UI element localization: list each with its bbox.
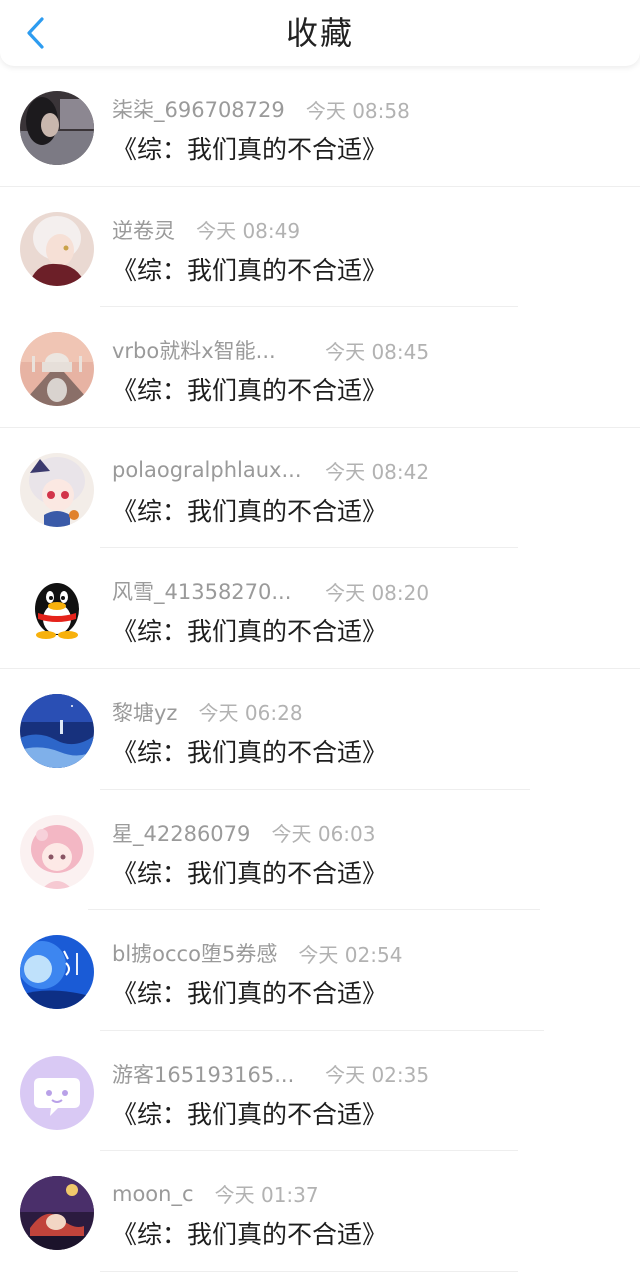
item-meta: 游客165193165... 今天 02:35 [112,1059,429,1089]
username: bl掳occo堕5券感 [112,942,278,967]
list-item[interactable]: 游客165193165... 今天 02:35 《综：我们真的不合适》 [0,1031,640,1152]
book-title: 《综：我们真的不合适》 [112,737,388,767]
list-item[interactable]: 星_42286079 今天 06:03 《综：我们真的不合适》 [0,790,640,911]
book-title: 《综：我们真的不合适》 [112,858,388,888]
item-meta: polaogralphlaux... 今天 08:42 [112,456,429,486]
item-meta: 风雪_41358270... 今天 08:20 [112,576,429,606]
timestamp: 今天 02:35 [325,1063,430,1088]
item-meta: 逆卷灵 今天 08:49 [112,215,300,245]
list-item[interactable]: 柒柒_696708729 今天 08:58 《综：我们真的不合适》 [0,66,640,187]
book-title: 《综：我们真的不合适》 [112,255,388,285]
username: 风雪_41358270... [112,580,292,605]
username: polaogralphlaux... [112,458,302,483]
timestamp: 今天 06:28 [198,701,303,726]
book-title: 《综：我们真的不合适》 [112,496,388,526]
list-item[interactable]: vrbo就料x智能... 今天 08:45 《综：我们真的不合适》 [0,307,640,428]
book-title: 《综：我们真的不合适》 [112,376,388,406]
top-bar: 收藏 [0,0,640,66]
timestamp: 今天 08:42 [325,459,430,484]
favorites-list: 柒柒_696708729 今天 08:58 《综：我们真的不合适》 逆卷灵 今天… [0,66,640,1272]
username: moon_c [112,1181,194,1206]
divider [100,1270,518,1272]
book-title: 《综：我们真的不合适》 [112,1099,388,1129]
timestamp: 今天 06:03 [271,822,376,847]
avatar[interactable] [20,91,94,165]
avatar[interactable] [20,211,94,286]
item-meta: bl掳occo堕5券感 今天 02:54 [112,938,402,968]
timestamp: 今天 08:49 [196,219,301,244]
book-title: 《综：我们真的不合适》 [112,979,388,1009]
book-title: 《综：我们真的不合适》 [112,617,388,647]
avatar[interactable] [20,814,94,889]
avatar[interactable] [20,1176,94,1251]
book-title: 《综：我们真的不合适》 [112,1220,388,1250]
item-meta: moon_c 今天 01:37 [112,1179,319,1209]
list-item[interactable]: moon_c 今天 01:37 《综：我们真的不合适》 [0,1151,640,1272]
username: 黎塘yz [112,700,178,725]
page-title: 收藏 [285,14,354,52]
avatar[interactable] [20,452,94,527]
list-item[interactable]: 黎塘yz 今天 06:28 《综：我们真的不合适》 [0,669,640,790]
timestamp: 今天 02:54 [298,942,403,967]
list-item[interactable]: polaogralphlaux... 今天 08:42 《综：我们真的不合适》 [0,428,640,549]
item-meta: 黎塘yz 今天 06:28 [112,697,303,727]
book-title: 《综：我们真的不合适》 [112,135,388,164]
timestamp: 今天 08:58 [305,98,410,123]
timestamp: 今天 01:37 [214,1183,319,1208]
username: vrbo就料x智能... [112,339,276,364]
username: 柒柒_696708729 [112,98,285,122]
item-meta: 星_42286079 今天 06:03 [112,818,375,848]
username: 星_42286079 [112,821,251,846]
timestamp: 今天 08:20 [325,580,430,605]
avatar[interactable] [20,573,94,648]
item-meta: vrbo就料x智能... 今天 08:45 [112,335,429,365]
list-item[interactable]: bl掳occo堕5券感 今天 02:54 《综：我们真的不合适》 [0,910,640,1031]
avatar[interactable] [20,935,94,1010]
item-meta: 柒柒_696708729 今天 08:58 [112,94,410,124]
avatar[interactable] [20,1055,94,1130]
timestamp: 今天 08:45 [325,339,430,364]
list-item[interactable]: 风雪_41358270... 今天 08:20 《综：我们真的不合适》 [0,548,640,669]
avatar[interactable] [20,332,94,407]
username: 逆卷灵 [112,218,175,243]
list-item[interactable]: 逆卷灵 今天 08:49 《综：我们真的不合适》 [0,187,640,308]
avatar[interactable] [20,693,94,768]
username: 游客165193165... [112,1062,295,1087]
